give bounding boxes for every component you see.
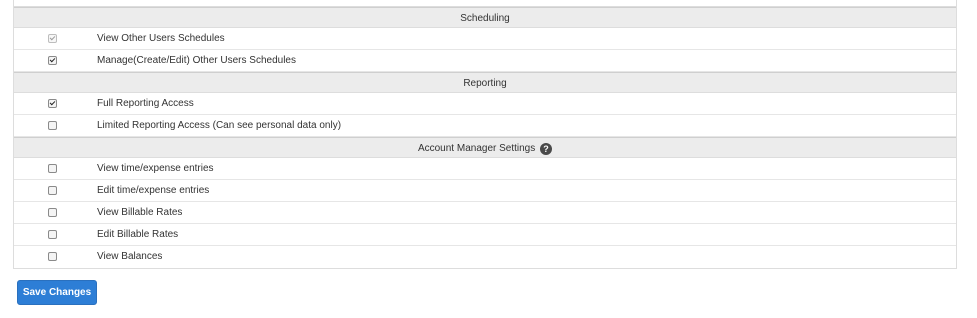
section-header-reporting: Reporting (14, 72, 956, 93)
permission-label: Edit time/expense entries (97, 185, 210, 196)
save-changes-button[interactable]: Save Changes (17, 280, 97, 305)
permission-row-view-other-schedules: View Other Users Schedules (14, 28, 956, 50)
checkbox-full-reporting[interactable] (48, 99, 57, 108)
checkbox-manage-other-schedules[interactable] (48, 56, 57, 65)
question-circle-icon[interactable]: ? (540, 143, 553, 155)
permissions-panel: Scheduling View Other Users Schedules Ma… (13, 0, 957, 269)
permission-row-edit-time-expense: Edit time/expense entries (14, 180, 956, 202)
section-header-account-manager: Account Manager Settings ? (14, 137, 956, 158)
permission-label: Limited Reporting Access (Can see person… (97, 120, 342, 131)
permission-row-manage-other-schedules: Manage(Create/Edit) Other Users Schedule… (14, 50, 956, 72)
permission-row-view-billable-rates: View Billable Rates (14, 202, 956, 224)
permission-row-view-time-expense: View time/expense entries (14, 158, 956, 180)
checkbox-view-other-schedules (48, 34, 57, 43)
section-title-reporting: Reporting (463, 78, 507, 89)
checkbox-edit-time-expense[interactable] (48, 186, 57, 195)
permission-label: Full Reporting Access (97, 98, 194, 109)
permission-label: Edit Billable Rates (97, 229, 179, 240)
permission-row-full-reporting: Full Reporting Access (14, 93, 956, 115)
permission-label: View Other Users Schedules (97, 33, 225, 44)
checkbox-edit-billable-rates[interactable] (48, 230, 57, 239)
permission-label: View Billable Rates (97, 207, 183, 218)
section-header-scheduling: Scheduling (14, 7, 956, 28)
section-title-account-manager: Account Manager Settings (417, 143, 536, 154)
checkbox-limited-reporting[interactable] (48, 121, 57, 130)
permission-label: Manage(Create/Edit) Other Users Schedule… (97, 55, 296, 66)
checkbox-view-billable-rates[interactable] (48, 208, 57, 217)
permission-row-view-balances: View Balances (14, 246, 956, 268)
checkbox-view-balances[interactable] (48, 252, 57, 261)
permission-label: View Balances (97, 251, 163, 262)
permission-label: View time/expense entries (97, 163, 214, 174)
permission-row-edit-billable-rates: Edit Billable Rates (14, 224, 956, 246)
panel-top-edge (14, 0, 956, 7)
section-title-scheduling: Scheduling (460, 13, 510, 24)
checkbox-view-time-expense[interactable] (48, 164, 57, 173)
permission-row-limited-reporting: Limited Reporting Access (Can see person… (14, 115, 956, 137)
